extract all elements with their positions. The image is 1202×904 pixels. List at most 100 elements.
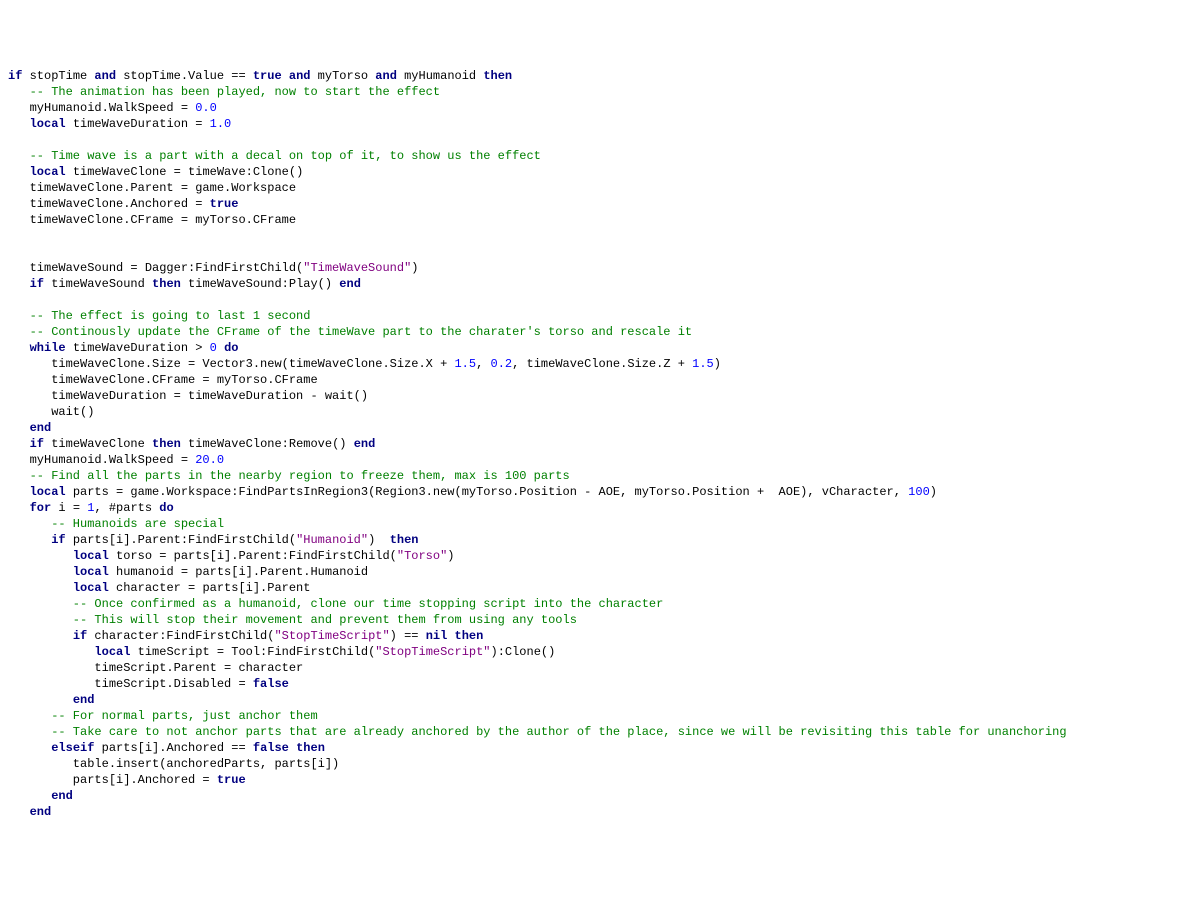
code-line[interactable]: [8, 228, 1194, 244]
code-line[interactable]: timeWaveClone.Size = Vector3.new(timeWav…: [8, 356, 1194, 372]
code-line[interactable]: timeWaveClone.Parent = game.Workspace: [8, 180, 1194, 196]
code-line[interactable]: if timeWaveSound then timeWaveSound:Play…: [8, 276, 1194, 292]
code-line[interactable]: elseif parts[i].Anchored == false then: [8, 740, 1194, 756]
code-line[interactable]: myHumanoid.WalkSpeed = 20.0: [8, 452, 1194, 468]
token-id: table.insert(anchoredParts, parts[i]): [8, 757, 339, 771]
code-editor[interactable]: if stopTime and stopTime.Value == true a…: [8, 68, 1194, 820]
token-kw: end: [30, 805, 52, 819]
code-line[interactable]: -- Humanoids are special: [8, 516, 1194, 532]
token-kw: and: [94, 69, 116, 83]
code-line[interactable]: end: [8, 788, 1194, 804]
token-id: ): [930, 485, 937, 499]
code-line[interactable]: -- This will stop their movement and pre…: [8, 612, 1194, 628]
code-line[interactable]: timeScript.Disabled = false: [8, 676, 1194, 692]
code-line[interactable]: end: [8, 804, 1194, 820]
token-id: [8, 693, 73, 707]
code-line[interactable]: local timeScript = Tool:FindFirstChild("…: [8, 644, 1194, 660]
code-line[interactable]: table.insert(anchoredParts, parts[i]): [8, 756, 1194, 772]
token-kw: do: [224, 341, 238, 355]
token-id: timeWaveClone = timeWave:Clone(): [66, 165, 304, 179]
code-line[interactable]: wait(): [8, 404, 1194, 420]
code-line[interactable]: timeScript.Parent = character: [8, 660, 1194, 676]
token-cm: -- Continously update the CFrame of the …: [8, 325, 692, 339]
code-line[interactable]: [8, 244, 1194, 260]
token-id: timeWaveClone.CFrame = myTorso.CFrame: [8, 213, 296, 227]
token-num: 0.2: [491, 357, 513, 371]
code-line[interactable]: timeWaveClone.Anchored = true: [8, 196, 1194, 212]
code-line[interactable]: end: [8, 692, 1194, 708]
token-id: ): [714, 357, 721, 371]
code-line[interactable]: -- The effect is going to last 1 second: [8, 308, 1194, 324]
token-kw: and: [375, 69, 397, 83]
code-line[interactable]: [8, 132, 1194, 148]
code-line[interactable]: -- Time wave is a part with a decal on t…: [8, 148, 1194, 164]
token-id: wait(): [8, 405, 94, 419]
code-line[interactable]: -- Find all the parts in the nearby regi…: [8, 468, 1194, 484]
code-line[interactable]: local timeWaveClone = timeWave:Clone(): [8, 164, 1194, 180]
token-id: i =: [51, 501, 87, 515]
code-line[interactable]: if parts[i].Parent:FindFirstChild("Human…: [8, 532, 1194, 548]
token-id: [8, 117, 30, 131]
token-kw: then: [296, 741, 325, 755]
token-kw: then: [455, 629, 484, 643]
token-id: [8, 421, 30, 435]
token-cm: -- Find all the parts in the nearby regi…: [8, 469, 570, 483]
code-line[interactable]: local timeWaveDuration = 1.0: [8, 116, 1194, 132]
code-line[interactable]: -- For normal parts, just anchor them: [8, 708, 1194, 724]
code-line[interactable]: end: [8, 420, 1194, 436]
token-bool: true: [210, 197, 239, 211]
code-line[interactable]: if timeWaveClone then timeWaveClone:Remo…: [8, 436, 1194, 452]
token-kw: end: [354, 437, 376, 451]
token-kw: end: [73, 693, 95, 707]
token-str: "TimeWaveSound": [303, 261, 411, 275]
token-id: [8, 805, 30, 819]
code-line[interactable]: timeWaveClone.CFrame = myTorso.CFrame: [8, 212, 1194, 228]
token-kw: local: [73, 549, 109, 563]
code-line[interactable]: [8, 292, 1194, 308]
token-num: 0: [210, 341, 217, 355]
code-line[interactable]: if character:FindFirstChild("StopTimeScr…: [8, 628, 1194, 644]
code-line[interactable]: local parts = game.Workspace:FindPartsIn…: [8, 484, 1194, 500]
code-line[interactable]: while timeWaveDuration > 0 do: [8, 340, 1194, 356]
code-line[interactable]: timeWaveSound = Dagger:FindFirstChild("T…: [8, 260, 1194, 276]
code-line[interactable]: local torso = parts[i].Parent:FindFirstC…: [8, 548, 1194, 564]
token-id: [447, 629, 454, 643]
token-kw: do: [159, 501, 173, 515]
token-id: ): [447, 549, 454, 563]
token-kw: if: [30, 277, 44, 291]
code-line[interactable]: timeWaveDuration = timeWaveDuration - wa…: [8, 388, 1194, 404]
token-id: timeWaveClone: [44, 437, 152, 451]
token-id: [8, 277, 30, 291]
code-line[interactable]: -- Continously update the CFrame of the …: [8, 324, 1194, 340]
code-line[interactable]: -- The animation has been played, now to…: [8, 84, 1194, 100]
code-line[interactable]: -- Once confirmed as a humanoid, clone o…: [8, 596, 1194, 612]
code-line[interactable]: -- Take care to not anchor parts that ar…: [8, 724, 1194, 740]
token-num: 1.5: [454, 357, 476, 371]
code-line[interactable]: timeWaveClone.CFrame = myTorso.CFrame: [8, 372, 1194, 388]
code-line[interactable]: local humanoid = parts[i].Parent.Humanoi…: [8, 564, 1194, 580]
token-id: ): [411, 261, 418, 275]
token-id: [8, 549, 73, 563]
token-bool: false: [253, 677, 289, 691]
code-line[interactable]: for i = 1, #parts do: [8, 500, 1194, 516]
code-line[interactable]: if stopTime and stopTime.Value == true a…: [8, 68, 1194, 84]
token-id: stopTime: [22, 69, 94, 83]
token-cm: -- Once confirmed as a humanoid, clone o…: [8, 597, 663, 611]
code-line[interactable]: local character = parts[i].Parent: [8, 580, 1194, 596]
code-line[interactable]: parts[i].Anchored = true: [8, 772, 1194, 788]
token-id: timeWaveDuration =: [66, 117, 210, 131]
token-id: parts = game.Workspace:FindPartsInRegion…: [66, 485, 909, 499]
token-id: [8, 165, 30, 179]
token-kw: if: [8, 69, 22, 83]
token-bool: nil: [426, 629, 448, 643]
token-id: [8, 501, 30, 515]
token-id: timeWaveSound = Dagger:FindFirstChild(: [8, 261, 303, 275]
token-id: timeScript.Parent = character: [8, 661, 303, 675]
code-line[interactable]: myHumanoid.WalkSpeed = 0.0: [8, 100, 1194, 116]
token-id: [8, 789, 51, 803]
token-id: [8, 341, 30, 355]
token-id: stopTime.Value ==: [116, 69, 253, 83]
token-id: parts[i].Anchored ==: [94, 741, 252, 755]
token-id: , timeWaveClone.Size.Z +: [512, 357, 692, 371]
token-id: [217, 341, 224, 355]
